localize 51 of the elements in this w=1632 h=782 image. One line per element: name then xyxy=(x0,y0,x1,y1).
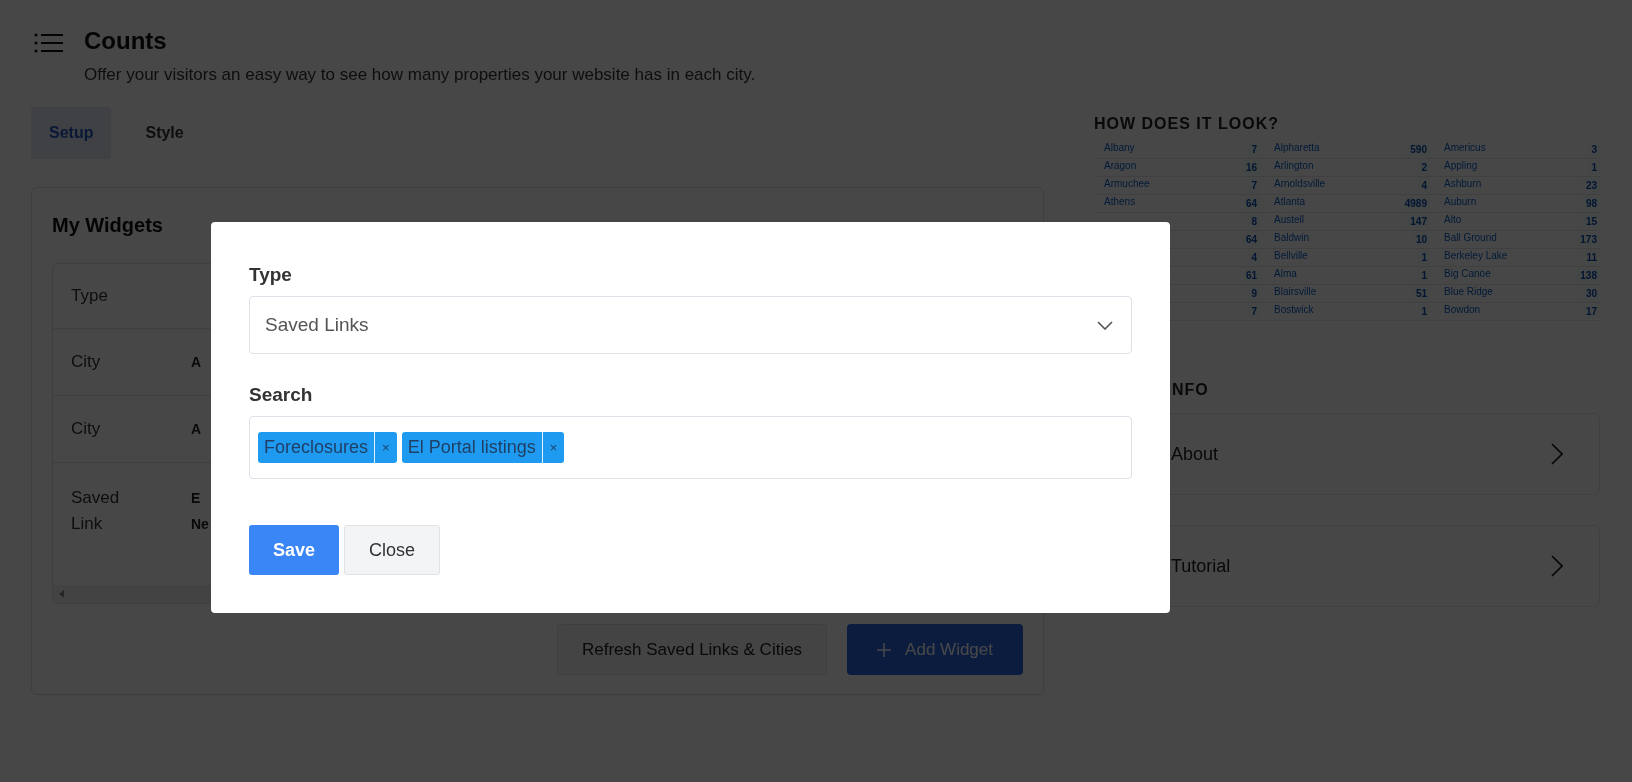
remove-tag-button[interactable]: × xyxy=(375,432,397,463)
save-button[interactable]: Save xyxy=(249,525,340,575)
city-name: Aragon xyxy=(1104,160,1137,173)
chevron-down-icon xyxy=(1097,320,1113,330)
city-name: Blue Ridge xyxy=(1444,286,1493,299)
search-field[interactable]: Foreclosures × El Portal listings × xyxy=(249,416,1132,479)
city-name: Appling xyxy=(1444,160,1478,173)
city-name: Alpharetta xyxy=(1274,142,1320,155)
table-cell-text: Saved Link xyxy=(70,487,121,535)
city-name: Arlington xyxy=(1274,160,1314,173)
table-cell-text: City xyxy=(70,351,102,373)
city-name: Albany xyxy=(1104,142,1135,155)
city-name: Bostwick xyxy=(1274,304,1314,317)
table-cell-text: City xyxy=(70,418,102,440)
remove-tag-button[interactable]: × xyxy=(542,432,565,463)
field-label: Search xyxy=(249,384,314,406)
city-name: Armuchee xyxy=(1104,178,1150,191)
city-name: Baldwin xyxy=(1274,232,1310,245)
field-label: Type xyxy=(249,264,293,286)
section-heading: HOW DOES IT LOOK? xyxy=(1094,115,1280,133)
table-cell-text: E xyxy=(191,489,202,508)
city-name: Ball Ground xyxy=(1444,232,1497,245)
city-name: Auburn xyxy=(1444,196,1477,209)
city-name: Austell xyxy=(1274,214,1304,227)
table-cell-text: Ne xyxy=(191,515,209,534)
city-name: Athens xyxy=(1104,196,1136,209)
type-select[interactable]: Saved Links xyxy=(249,296,1132,354)
city-name: Americus xyxy=(1444,142,1486,155)
city-name: Ashburn xyxy=(1444,178,1482,191)
card-title: My Widgets xyxy=(52,214,164,237)
table-cell-text: A xyxy=(191,420,202,439)
tag-label: Foreclosures xyxy=(258,432,376,463)
city-name: Berkeley Lake xyxy=(1444,250,1508,263)
tag-label: El Portal listings xyxy=(401,432,543,463)
info-label: About xyxy=(1171,443,1219,465)
city-name: Bowdon xyxy=(1444,304,1481,317)
table-cell-text: A xyxy=(191,353,202,372)
city-name: Atlanta xyxy=(1274,196,1306,209)
city-name: Big Canoe xyxy=(1444,268,1491,281)
page-subtitle: Offer your visitors an easy way to see how many properties your website has in each city. xyxy=(84,65,756,85)
close-button[interactable]: Close xyxy=(344,525,441,575)
city-name: Alto xyxy=(1444,214,1462,227)
city-name: Blairsville xyxy=(1274,286,1317,299)
city-name: Arnoldsville xyxy=(1274,178,1326,191)
info-label: Tutorial xyxy=(1171,555,1231,577)
city-name: Bellville xyxy=(1274,250,1308,263)
page-title: Counts xyxy=(84,27,168,55)
section-heading: NFO xyxy=(1172,381,1210,399)
city-name: Alma xyxy=(1274,268,1297,281)
column-header: Type xyxy=(70,285,109,307)
tab[interactable]: Style xyxy=(127,107,202,159)
